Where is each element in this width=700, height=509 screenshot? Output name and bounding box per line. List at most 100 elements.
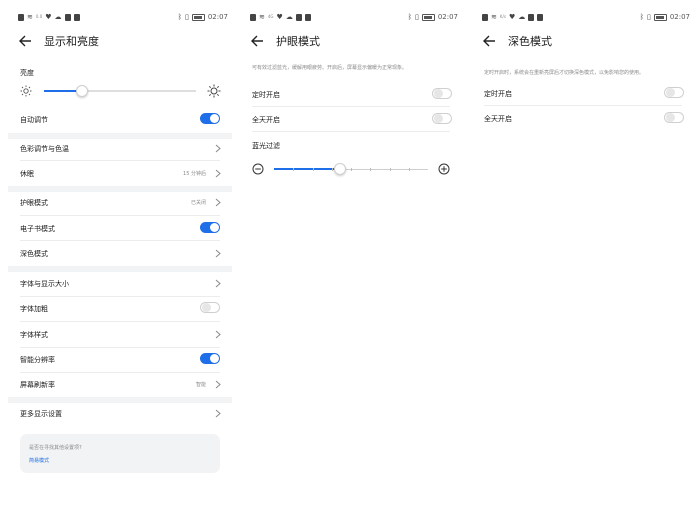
auto-adjust-toggle[interactable] xyxy=(200,113,220,124)
blue-light-slider-thumb[interactable] xyxy=(334,163,347,175)
font-style-label: 字体样式 xyxy=(20,331,48,339)
smart-resolution-toggle[interactable] xyxy=(200,353,220,364)
row-divider xyxy=(252,106,450,107)
sim-icon xyxy=(250,13,256,21)
chevron-right-icon xyxy=(215,144,221,153)
scheduled-toggle[interactable] xyxy=(432,88,452,99)
blue-light-slider[interactable] xyxy=(274,163,428,175)
page-title: 显示和亮度 xyxy=(44,35,99,48)
battery-icon xyxy=(191,13,205,21)
page-title: 护眼模式 xyxy=(276,35,320,48)
section-divider xyxy=(8,266,232,272)
all-day-toggle[interactable] xyxy=(664,112,684,123)
refresh-rate-value: 智能 xyxy=(195,382,206,388)
sleep-value: 15 分钟后 xyxy=(183,171,206,177)
bold-font-label: 字体加粗 xyxy=(20,305,48,313)
sim-icon xyxy=(482,13,488,21)
bold-font-toggle[interactable] xyxy=(200,302,220,313)
font-style-row[interactable]: 字体样式 xyxy=(8,326,232,344)
smart-resolution-label: 智能分辨率 xyxy=(20,356,55,364)
sleep-row[interactable]: 休眠 15 分钟后 xyxy=(8,165,232,183)
row-divider xyxy=(252,131,450,132)
slider-tick xyxy=(312,168,314,171)
heart-icon: ♥ xyxy=(276,13,283,21)
scheduled-label: 定时开启 xyxy=(484,90,512,98)
brightness-slider[interactable] xyxy=(44,85,196,97)
wifi-icon: ≋ xyxy=(27,13,33,21)
cloud-icon: ☁ xyxy=(285,13,293,21)
heart-icon: ♥ xyxy=(45,13,52,21)
app-icon xyxy=(537,13,544,21)
all-day-toggle[interactable] xyxy=(432,113,452,124)
color-temp-label: 色彩调节与色温 xyxy=(20,145,69,153)
app-icon xyxy=(73,13,80,21)
status-time: 02:07 xyxy=(437,13,458,21)
eye-comfort-description: 可有效过滤蓝光，缓解用眼疲劳。开启后，屏幕显示偏暖为正常现象。 xyxy=(252,65,408,71)
back-arrow-icon[interactable] xyxy=(250,34,264,48)
bluetooth-icon: ᛒ xyxy=(639,13,644,21)
dark-mode-row[interactable]: 深色模式 xyxy=(8,245,232,263)
suggestion-card: 是否在寻找其他设置项? 简易模式 xyxy=(20,434,220,473)
chevron-right-icon xyxy=(215,198,221,207)
auto-adjust-label: 自动调节 xyxy=(20,116,48,124)
sim-icon xyxy=(18,13,24,21)
notification-icon xyxy=(528,13,535,21)
ebook-mode-toggle[interactable] xyxy=(200,222,220,233)
color-temp-row[interactable]: 色彩调节与色温 xyxy=(8,140,232,158)
refresh-rate-row[interactable]: 屏幕刷新率 智能 xyxy=(8,376,232,394)
back-arrow-icon[interactable] xyxy=(18,34,32,48)
slider-tick xyxy=(389,168,391,171)
eye-comfort-screen: ≋ 4G ♥ ☁ ᛒ ▯ 02:07 护眼模式 可有效过滤蓝光，缓解用眼疲劳。开… xyxy=(240,0,462,509)
row-divider xyxy=(20,215,220,216)
eye-comfort-label: 护眼模式 xyxy=(20,199,48,207)
slider-tick xyxy=(370,168,372,171)
more-display-settings-row[interactable]: 更多显示设置 xyxy=(8,405,232,423)
chevron-right-icon xyxy=(215,249,221,258)
font-size-row[interactable]: 字体与显示大小 xyxy=(8,275,232,293)
font-size-label: 字体与显示大小 xyxy=(20,280,69,288)
scheduled-toggle[interactable] xyxy=(664,87,684,98)
row-divider xyxy=(20,160,220,161)
status-bar: ≋ 4G ♥ ☁ ᛒ ▯ 02:07 xyxy=(250,13,458,25)
network-speed: K/s xyxy=(499,14,506,19)
status-time: 02:07 xyxy=(207,13,228,21)
wifi-icon: ≋ xyxy=(491,13,497,21)
section-divider xyxy=(8,186,232,192)
row-divider xyxy=(20,372,220,373)
row-divider xyxy=(20,240,220,241)
dark-mode-description: 定时开启时，系统会在重新亮屏后才切换深色模式，以免影响您的使用。 xyxy=(484,70,645,76)
section-divider xyxy=(8,133,232,139)
brightness-label: 亮度 xyxy=(20,69,34,77)
cloud-icon: ☁ xyxy=(518,13,526,21)
battery-icon xyxy=(653,13,667,21)
app-icon xyxy=(304,13,311,21)
chevron-right-icon xyxy=(215,169,221,178)
slider-tick xyxy=(293,168,295,171)
eye-comfort-row[interactable]: 护眼模式 已关闭 xyxy=(8,194,232,212)
dark-mode-screen: ≋ K/s ♥ ☁ ᛒ ▯ 02:07 深色模式 定时开启时，系统会在重新亮屏后… xyxy=(472,0,694,509)
dark-mode-label: 深色模式 xyxy=(20,250,48,258)
eye-comfort-value: 已关闭 xyxy=(190,200,206,206)
title-bar: 护眼模式 xyxy=(250,31,452,51)
back-arrow-icon[interactable] xyxy=(482,34,496,48)
title-bar: 深色模式 xyxy=(482,31,684,51)
status-bar: ≋ K/s ♥ ☁ ᛒ ▯ 02:07 xyxy=(482,13,690,25)
chevron-right-icon xyxy=(215,409,221,418)
brightness-slider-thumb[interactable] xyxy=(76,85,88,97)
row-divider xyxy=(20,321,220,322)
page-title: 深色模式 xyxy=(508,35,552,48)
bluetooth-icon: ᛒ xyxy=(177,13,182,21)
plus-circle-icon[interactable] xyxy=(438,163,450,175)
network-speed: 0.0 xyxy=(35,14,43,19)
slider-tick xyxy=(408,168,410,171)
status-bar: ≋ 0.0 ♥ ☁ ᛒ ▯ 02:07 xyxy=(18,13,228,25)
simple-mode-link[interactable]: 简易模式 xyxy=(29,457,49,464)
scheduled-label: 定时开启 xyxy=(252,91,280,99)
network-speed: 4G xyxy=(267,14,274,19)
minus-circle-icon[interactable] xyxy=(252,163,264,175)
chevron-right-icon xyxy=(215,380,221,389)
suggestion-question: 是否在寻找其他设置项? xyxy=(29,445,82,451)
slider-tick xyxy=(351,168,352,171)
status-time: 02:07 xyxy=(669,13,690,21)
brightness-high-icon xyxy=(207,84,221,98)
